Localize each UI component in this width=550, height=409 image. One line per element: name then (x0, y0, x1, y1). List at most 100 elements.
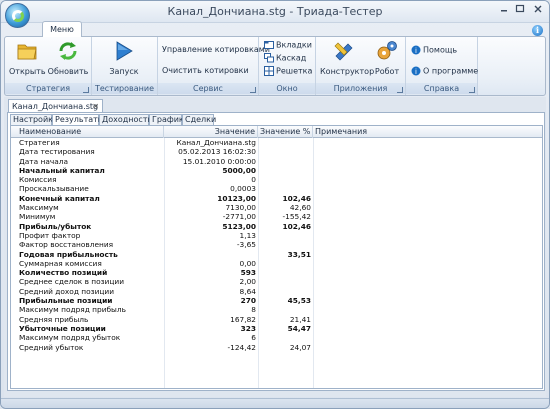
cell-notes (317, 175, 517, 184)
cell-percent: 102,46 (282, 221, 311, 231)
group-launcher[interactable] (83, 87, 89, 93)
table-row[interactable]: Максимум подряд убыток 6 (11, 333, 542, 342)
tabs-label: Вкладки (276, 40, 312, 50)
tab-chart[interactable]: График (149, 114, 184, 125)
cell-name: Убыточные позиции (19, 323, 106, 333)
table-row[interactable]: Прибыль/убыток 5123,00 102,46 (11, 222, 542, 231)
table-row[interactable]: Дата тестирования 05.02.2013 16:02:30 (11, 147, 542, 156)
column-header-value[interactable]: Значение (164, 126, 258, 138)
table-row[interactable]: Убыточные позиции 323 54,47 (11, 324, 542, 333)
cell-percent (259, 175, 311, 184)
table-row[interactable]: Стратегия Канал_Дончиана.stg (11, 138, 542, 147)
table-row[interactable]: Начальный капитал 5000,00 (11, 166, 542, 175)
close-window-button[interactable] (531, 4, 545, 16)
tab-menu[interactable]: Меню (42, 21, 82, 37)
table-row[interactable]: Максимум подряд прибыль 8 (11, 305, 542, 314)
open-button[interactable]: Открыть (9, 40, 46, 76)
cell-percent: -155,42 (282, 212, 311, 222)
table-row[interactable]: Проскальзывание 0,0003 (11, 184, 542, 193)
tab-yield[interactable]: Доходность (99, 114, 152, 125)
cell-name: Средний убыток (19, 342, 84, 352)
table-row[interactable]: Средняя прибыль 167,82 21,41 (11, 315, 542, 324)
table-header: Наименование Значение Значение % Примеча… (11, 126, 542, 138)
cascade-button[interactable]: Каскад (264, 53, 306, 64)
column-header-name[interactable]: Наименование (11, 126, 164, 138)
table-row[interactable]: Среднее сделок в позиции 2,00 (11, 277, 542, 286)
refresh-button[interactable]: Обновить (47, 40, 89, 76)
cell-notes (317, 194, 517, 203)
constructor-button[interactable]: Конструктор (320, 40, 374, 76)
manage-quotes-button[interactable]: Управление котировками (162, 45, 270, 55)
cell-name: Прибыль/убыток (19, 221, 92, 231)
cell-value: Канал_Дончиана.stg (176, 138, 256, 147)
clear-quotes-button[interactable]: Очистить котировки (162, 66, 249, 76)
cell-percent: 33,51 (287, 249, 311, 259)
cell-notes (317, 333, 517, 342)
table-row[interactable]: Средний доход позиции 8,64 (11, 287, 542, 296)
status-bar (1, 398, 549, 408)
cell-notes (317, 296, 517, 305)
table-row[interactable]: Конечный капитал 10123,00 102,46 (11, 194, 542, 203)
group-label-window: Окно (259, 83, 315, 94)
group-launcher[interactable] (397, 87, 403, 93)
table-row[interactable]: Минимум -2771,00 -155,42 (11, 212, 542, 221)
app-orb-icon[interactable] (5, 3, 30, 28)
table-row[interactable]: Количество позиций 593 (11, 268, 542, 277)
cell-value: -2771,00 (222, 212, 256, 222)
group-service: Управление котировками Очистить котировк… (158, 37, 270, 95)
cell-value: 2,00 (239, 277, 256, 287)
about-button[interactable]: i О программе (411, 66, 478, 77)
cell-name: Средний доход позиции (19, 286, 115, 296)
help-button[interactable]: i Помощь (411, 45, 457, 56)
group-label-strategy: Стратегия (5, 83, 91, 94)
table-row[interactable]: Профит фактор 1,13 (11, 231, 542, 240)
cell-name: Максимум (19, 203, 59, 213)
table-row[interactable]: Максимум 7130,00 42,60 (11, 203, 542, 212)
cell-value: 0,00 (239, 258, 256, 268)
tab-settings[interactable]: Настройки (10, 114, 58, 125)
constructor-label: Конструктор (320, 67, 375, 76)
group-apps: Конструктор Робот Приложения (316, 37, 406, 95)
robot-button[interactable]: Робот (372, 40, 402, 76)
run-button[interactable]: Запуск (106, 40, 142, 76)
grid-button[interactable]: Решетка (264, 66, 312, 77)
help-icon[interactable]: i (532, 25, 543, 36)
table-row[interactable]: Суммарная комиссия 0,00 (11, 259, 542, 268)
cell-name: Начальный капитал (19, 165, 105, 175)
cell-notes (317, 212, 517, 221)
group-launcher[interactable] (250, 87, 256, 93)
column-header-percent[interactable]: Значение % (258, 126, 313, 138)
document-tab-label: Канал_Дончиана.stg (12, 102, 99, 111)
table-row[interactable]: Средний убыток -124,42 24,07 (11, 343, 542, 352)
group-launcher[interactable] (469, 87, 475, 93)
cell-notes (317, 157, 517, 166)
cascade-icon (264, 53, 274, 63)
cell-notes (317, 259, 517, 268)
table-row[interactable]: Годовая прибыльность 33,51 (11, 250, 542, 259)
open-label: Открыть (9, 67, 46, 76)
cell-name: Минимум (19, 212, 56, 222)
maximize-button[interactable] (513, 4, 527, 16)
table-row[interactable]: Дата начала 15.01.2010 0:00:00 (11, 157, 542, 166)
cell-name: Комиссия (19, 175, 57, 185)
minimize-button[interactable] (497, 4, 511, 16)
cell-percent (259, 259, 311, 268)
group-strategy: Открыть Обновить Стратегия (5, 37, 92, 95)
table-row[interactable]: Комиссия 0 (11, 175, 542, 184)
cell-percent: 42,60 (289, 203, 311, 213)
grid-label: Решетка (276, 66, 313, 76)
tab-deals[interactable]: Сделки (182, 114, 216, 125)
cell-value: 6 (251, 333, 256, 343)
document-tab[interactable]: Канал_Дончиана.stg ✕ (8, 99, 103, 113)
column-header-notes[interactable]: Примечания (313, 126, 542, 138)
cell-name: Суммарная комиссия (19, 258, 102, 268)
group-label-service: Сервис (158, 83, 258, 94)
group-testing: Запуск Тестирование (92, 37, 158, 95)
table-row[interactable]: Прибыльные позиции 270 45,53 (11, 296, 542, 305)
cell-name: Годовая прибыльность (19, 249, 118, 259)
table-row[interactable]: Фактор восстановления -3,65 (11, 240, 542, 249)
cell-value: 0 (251, 175, 256, 185)
tabs-button[interactable]: Вкладки (264, 40, 312, 51)
document-panel: Настройки Результаты Доходность График С… (7, 112, 545, 391)
svg-text:i: i (415, 68, 417, 76)
